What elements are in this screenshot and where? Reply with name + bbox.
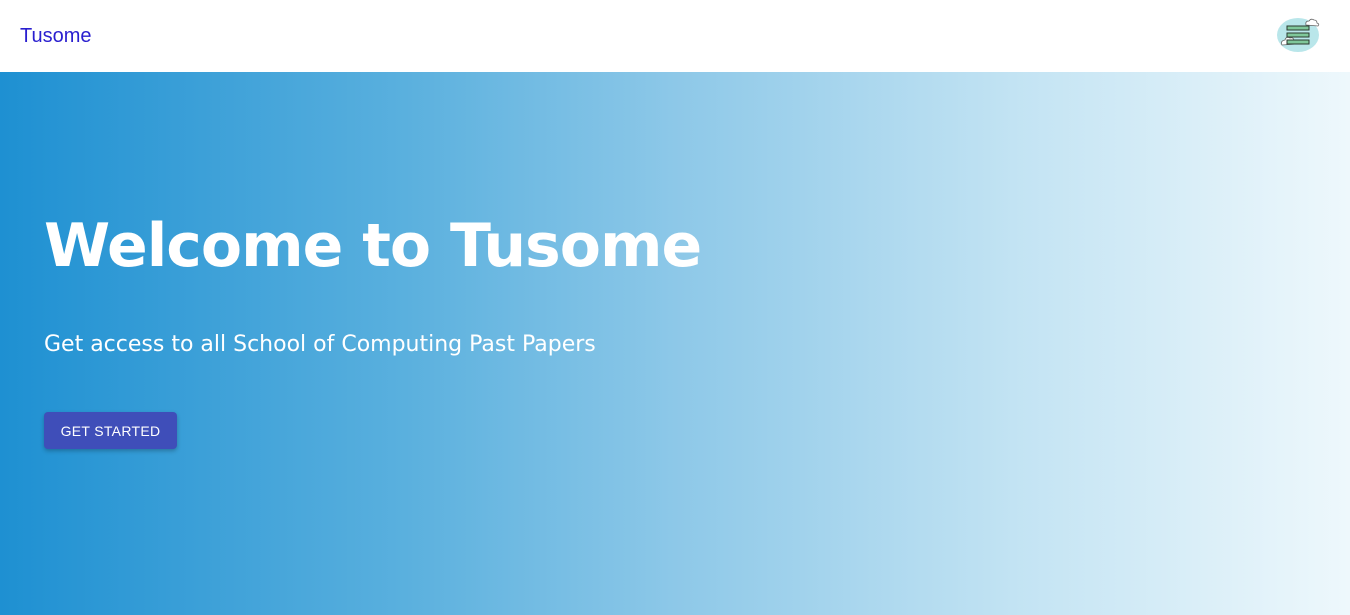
get-started-button[interactable]: GET STARTED (44, 412, 177, 449)
hamburger-menu-icon (1276, 15, 1320, 58)
hero-subtitle: Get access to all School of Computing Pa… (44, 332, 596, 357)
top-navbar: Tusome (0, 0, 1350, 72)
hero-banner: Welcome to Tusome Get access to all Scho… (0, 72, 1350, 615)
menu-button[interactable] (1274, 12, 1322, 60)
brand-link[interactable]: Tusome (20, 25, 92, 48)
hero-title: Welcome to Tusome (44, 211, 702, 281)
